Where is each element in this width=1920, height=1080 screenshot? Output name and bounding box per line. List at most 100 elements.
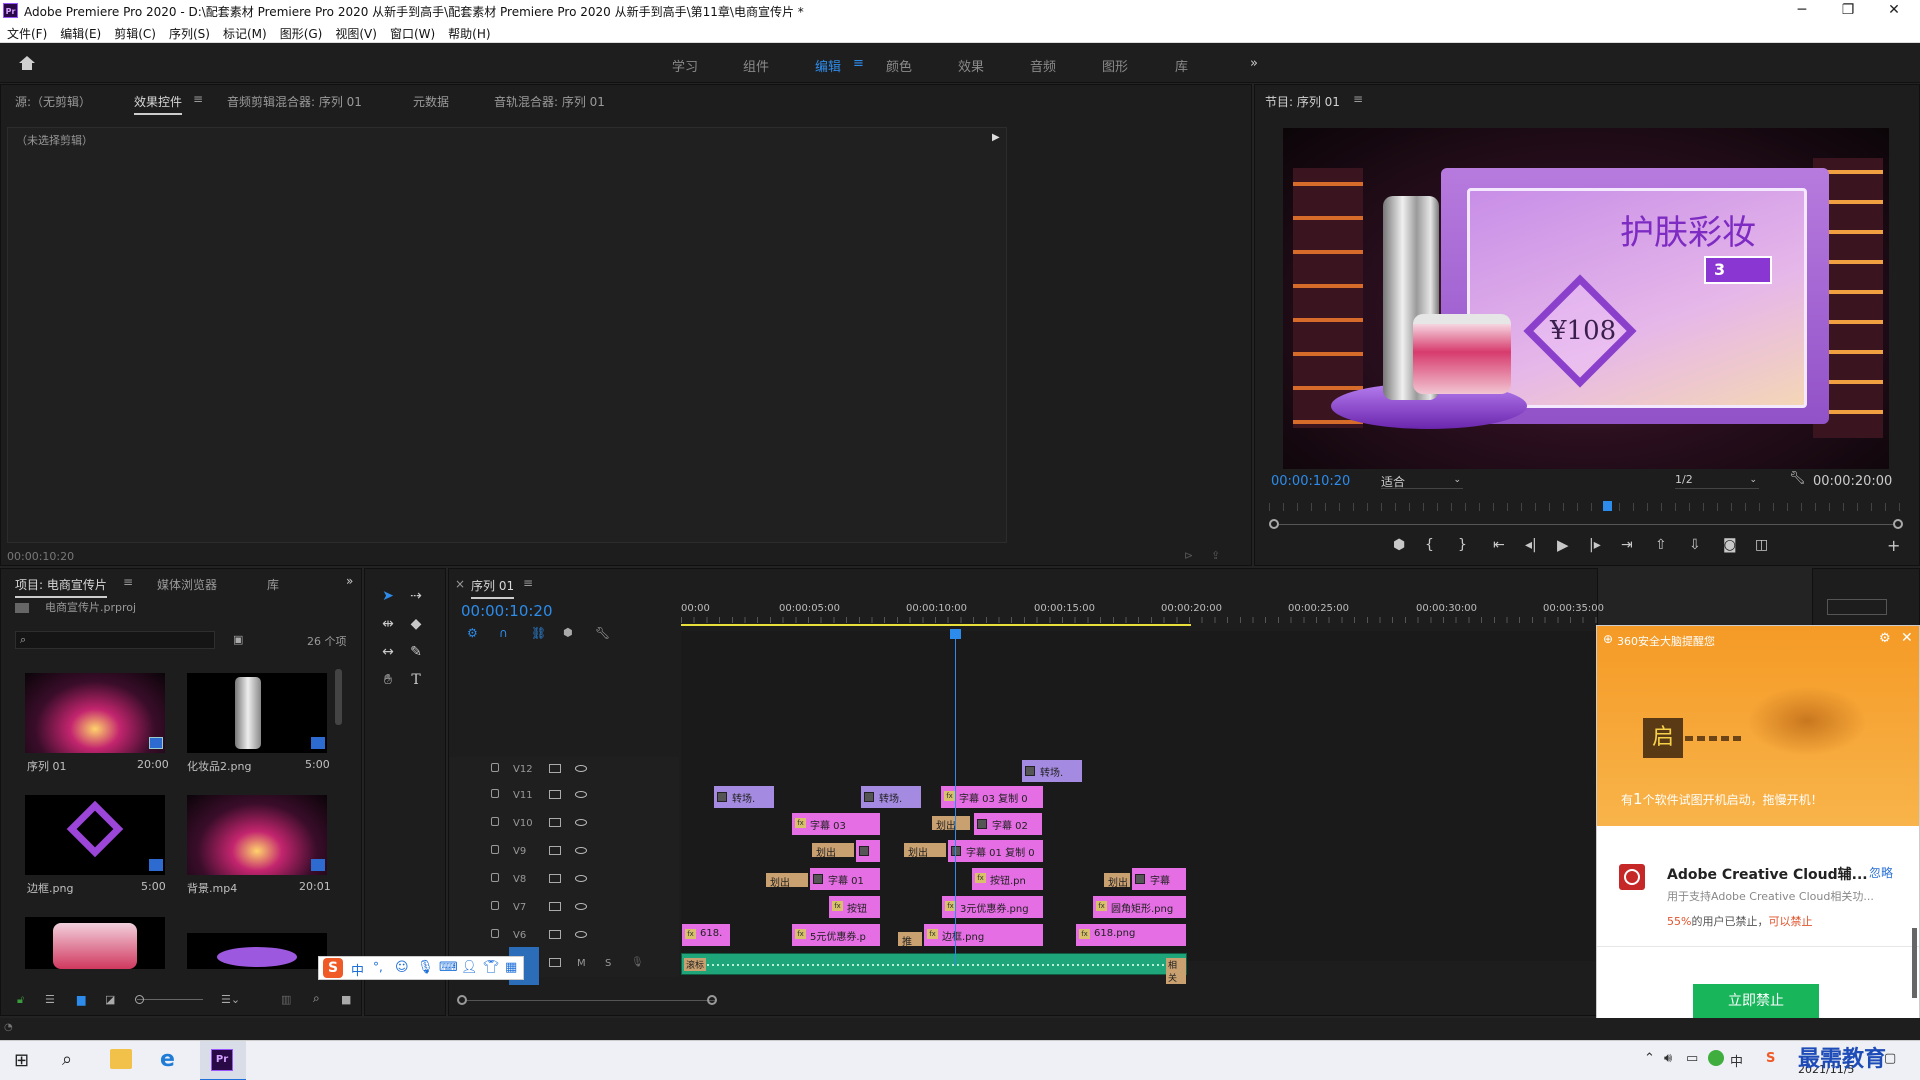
- emoji-icon[interactable]: ☺: [395, 960, 409, 975]
- eye-icon[interactable]: [575, 931, 587, 938]
- mute-button[interactable]: M: [577, 958, 586, 969]
- project-menu-icon[interactable]: ≡: [123, 575, 133, 589]
- thumbnail-jar[interactable]: [25, 917, 165, 969]
- thumbnail-frame[interactable]: [25, 795, 165, 875]
- timeline-zoom-handle-left[interactable]: [457, 995, 467, 1005]
- maximize-button[interactable]: ❐: [1828, 1, 1868, 20]
- pen-tool-icon[interactable]: ✎: [407, 643, 425, 661]
- workspace-effects[interactable]: 效果: [958, 56, 984, 75]
- mark-in-icon[interactable]: {: [1425, 537, 1434, 553]
- clip-v6[interactable]: fx 618.: [681, 923, 731, 947]
- microphone-icon[interactable]: 🎙︎: [631, 957, 644, 968]
- notification-icon[interactable]: ▢: [1884, 1051, 1896, 1066]
- track-header-v8[interactable]: V8: [449, 867, 679, 893]
- razor-tool-icon[interactable]: ◆: [407, 615, 425, 633]
- workspace-color[interactable]: 颜色: [886, 56, 912, 75]
- step-forward-icon[interactable]: |▸: [1589, 537, 1601, 553]
- track-lock-icon[interactable]: [491, 901, 499, 910]
- eye-icon[interactable]: [575, 875, 587, 882]
- file-explorer-icon[interactable]: [110, 1049, 132, 1069]
- zoom-handle-right[interactable]: [1893, 519, 1903, 529]
- thumbnail-cosmetic-bottle[interactable]: [187, 673, 327, 753]
- clip-v6[interactable]: fx 5元优惠券.p: [791, 923, 881, 947]
- program-menu-icon[interactable]: ≡: [1353, 92, 1363, 106]
- clip-v7[interactable]: fx 3元优惠券.png: [941, 895, 1044, 919]
- thumbnail-background-video[interactable]: [187, 795, 327, 875]
- go-to-in-icon[interactable]: ⇤: [1493, 537, 1505, 553]
- ignore-link[interactable]: 忽略: [1869, 864, 1893, 881]
- more-panels-icon[interactable]: »: [346, 574, 353, 588]
- add-marker-icon[interactable]: ⬢: [1393, 537, 1405, 553]
- clip-v7[interactable]: fx 圆角矩形.png: [1092, 895, 1187, 919]
- thumbnail-sequence[interactable]: [25, 673, 165, 753]
- linked-selection-icon[interactable]: ⛓︎: [531, 626, 546, 640]
- tab-source[interactable]: 源:（无剪辑）: [15, 93, 91, 110]
- tab-libraries[interactable]: 库: [267, 576, 279, 593]
- zoom-slider[interactable]: [137, 999, 203, 1000]
- clip-v9-transition[interactable]: 划出: [811, 842, 855, 858]
- zoom-slider-handle[interactable]: [135, 995, 144, 1004]
- program-scrubber[interactable]: [1269, 519, 1905, 531]
- extract-icon[interactable]: ⇩: [1689, 537, 1701, 553]
- close-icon[interactable]: ✕: [1901, 630, 1913, 646]
- minimize-button[interactable]: ─: [1782, 1, 1822, 20]
- freeform-view-icon[interactable]: ◪: [105, 993, 115, 1006]
- tab-audio-track-mixer[interactable]: 音轨混合器: 序列 01: [494, 93, 605, 110]
- toggle-sync-icon[interactable]: [549, 846, 561, 855]
- snap-icon[interactable]: ∩: [499, 626, 508, 640]
- clip-v8[interactable]: 字幕: [1131, 867, 1187, 891]
- microphone-ime-icon[interactable]: 🎙︎: [417, 960, 434, 975]
- tab-media-browser[interactable]: 媒体浏览器: [157, 576, 217, 593]
- clip-v8-transition[interactable]: 划出: [765, 872, 809, 888]
- add-button-icon[interactable]: +: [1887, 536, 1900, 555]
- keyboard-icon[interactable]: ⌨︎: [439, 960, 458, 975]
- menu-help[interactable]: 帮助(H): [441, 21, 496, 42]
- menu-graphics[interactable]: 图形(G): [273, 21, 329, 42]
- mark-out-icon[interactable]: }: [1458, 537, 1467, 553]
- timeline-marker-icon[interactable]: ⬢: [563, 626, 573, 639]
- track-header-v6[interactable]: V6: [449, 923, 679, 949]
- workspace-menu-icon[interactable]: ≡: [853, 56, 864, 71]
- wrench-icon[interactable]: 🔧︎: [1789, 471, 1806, 486]
- workspace-assembly[interactable]: 组件: [743, 56, 769, 75]
- clip-v6[interactable]: fx 边框.png: [923, 923, 1044, 947]
- eye-icon[interactable]: [575, 847, 587, 854]
- clip-v9-transition[interactable]: 划出: [903, 842, 947, 858]
- popup-scrollbar[interactable]: [1912, 928, 1917, 998]
- toggle-sync-icon[interactable]: [549, 930, 561, 939]
- volume-icon[interactable]: 🔊︎: [1664, 1051, 1672, 1066]
- menu-marker[interactable]: 标记(M): [216, 21, 273, 42]
- selection-tool-icon[interactable]: ➤: [379, 587, 397, 605]
- home-icon[interactable]: [18, 55, 36, 71]
- timeline-ruler[interactable]: 00:00 00:00:05:00 00:00:10:00 00:00:15:0…: [681, 599, 1604, 629]
- clip-v10[interactable]: fx 字幕 03: [791, 812, 881, 836]
- ripple-edit-tool-icon[interactable]: ⇹: [379, 615, 397, 633]
- audio-clip[interactable]: 滚标 相关: [681, 953, 1187, 984]
- toolbox-icon[interactable]: ▦: [505, 960, 517, 975]
- sogou-tray-icon[interactable]: S: [1766, 1051, 1775, 1066]
- filter-icon[interactable]: ⊳: [1184, 549, 1193, 562]
- icon-view-icon[interactable]: ▆: [77, 993, 85, 1006]
- zoom-handle-left[interactable]: [1269, 519, 1279, 529]
- ime-tray-icon[interactable]: 中: [1730, 1051, 1743, 1070]
- clip-v8[interactable]: fx 按钮.pn: [971, 867, 1044, 891]
- clip-v9[interactable]: [855, 839, 881, 863]
- thumbnail-pedestal[interactable]: [187, 933, 327, 969]
- menu-edit[interactable]: 编辑(E): [53, 21, 107, 42]
- clip-v11[interactable]: 转场.: [713, 785, 775, 809]
- resolution-dropdown[interactable]: 1/2 ⌄: [1675, 473, 1759, 489]
- tab-audio-clip-mixer[interactable]: 音频剪辑混合器: 序列 01: [227, 93, 362, 110]
- clip-v8[interactable]: 字幕 01: [809, 867, 881, 891]
- list-view-icon[interactable]: ☰: [45, 993, 55, 1006]
- track-header-v10[interactable]: V10: [449, 811, 679, 837]
- toggle-sync-icon[interactable]: [549, 818, 561, 827]
- program-preview-frame[interactable]: 护肤彩妆 3 ¥108: [1283, 128, 1889, 469]
- track-lock-icon[interactable]: [491, 789, 499, 798]
- find-icon[interactable]: ⌕: [313, 991, 320, 1006]
- timeline-settings-icon[interactable]: 🔧︎: [595, 626, 610, 640]
- menu-file[interactable]: 文件(F): [0, 21, 53, 42]
- work-area-bar[interactable]: [681, 624, 1191, 626]
- type-tool-icon[interactable]: T: [407, 671, 425, 689]
- eye-icon[interactable]: [575, 791, 587, 798]
- new-bin-icon[interactable]: ▣: [233, 633, 243, 646]
